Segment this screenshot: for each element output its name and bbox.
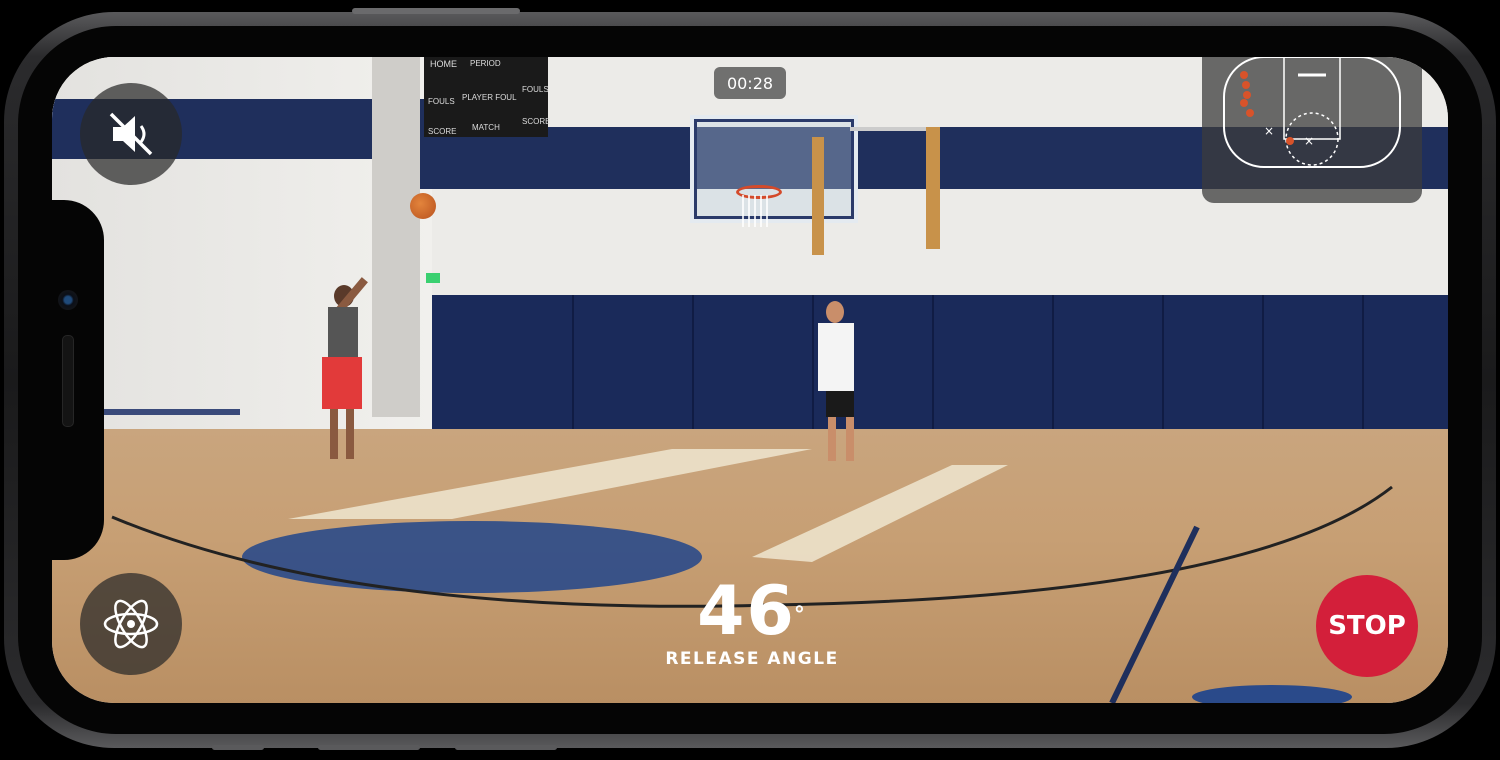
center-circle [242,521,702,593]
stop-button[interactable]: STOP [1316,575,1418,677]
made-shot-marker [1286,137,1294,145]
exit-sign [426,273,440,283]
rebounder-head [826,301,844,323]
earpiece-speaker [62,335,74,427]
backboard [690,115,858,223]
release-angle-readout: 46° RELEASE ANGLE [652,577,852,670]
bench [104,409,240,415]
half-court-diagram: × × [1223,57,1401,168]
recording-timer: 00:28 [714,67,786,99]
rebounder-leg [828,417,836,461]
court-logo [1192,685,1352,703]
mute-button[interactable] [80,83,182,185]
miss-marker: × [1304,134,1314,148]
scoreboard-period: PERIOD [470,59,501,68]
volume-button [318,745,420,750]
phone-side-button [352,8,520,14]
shooter-leg [330,409,338,459]
hoop-net [742,195,772,227]
made-shot-marker [1240,71,1248,79]
rebounder-shorts [826,391,854,417]
scoreboard-fouls: FOULS [522,85,549,94]
speaker-muted-icon [109,112,153,156]
camera-view: HOME PERIOD FOULS PLAYER FOUL FOULS SCOR… [52,57,1448,703]
scoreboard-player-foul: PLAYER FOUL [462,93,517,102]
made-shot-marker [1242,81,1250,89]
basketball [410,193,436,219]
volume-button [212,745,264,750]
scoreboard: HOME PERIOD FOULS PLAYER FOUL FOULS SCOR… [424,57,551,137]
lane-line [752,465,1008,562]
release-angle-number: 46 [697,572,796,651]
rebounder-leg [846,417,854,461]
release-angle-label: RELEASE ANGLE [665,649,839,669]
rebounder-shirt [818,323,854,391]
shooter-leg [346,409,354,459]
lane-line [288,449,812,519]
ar-mode-button[interactable] [80,573,182,675]
made-shot-marker [1240,99,1248,107]
scoreboard-home: HOME [430,59,457,69]
made-shot-marker [1243,91,1251,99]
hoop-bracket [812,137,824,255]
made-shot-marker [1246,109,1254,117]
shooter-torso [328,307,358,357]
sideline [1109,525,1200,703]
shot-chart-minimap: × × [1202,57,1422,203]
hoop-bracket [926,127,940,249]
miss-marker: × [1264,124,1274,138]
front-camera [58,290,78,310]
scoreboard-score: SCORE [428,127,457,136]
degree-symbol: ° [793,603,807,628]
scoreboard-match: MATCH [472,123,500,132]
release-angle-value: 46° [652,577,852,647]
scoreboard-score: SCORE [522,117,551,126]
shooter-shorts [322,357,362,409]
phone-notch [44,200,104,560]
atom-icon [103,599,159,649]
scoreboard-fouls: FOULS [428,97,455,106]
volume-button [455,745,557,750]
